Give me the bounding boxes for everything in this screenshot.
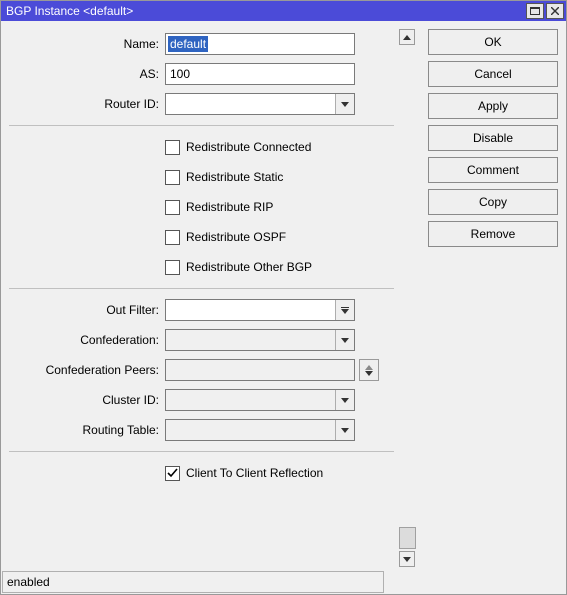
confederation-peers-combo[interactable] xyxy=(165,359,355,381)
copy-button[interactable]: Copy xyxy=(428,189,558,215)
as-input[interactable] xyxy=(165,63,355,85)
out-filter-value xyxy=(166,300,335,320)
confederation-value xyxy=(166,330,335,350)
out-filter-combo[interactable] xyxy=(165,299,355,321)
redistribute-static-label: Redistribute Static xyxy=(186,170,283,184)
name-input-selection: default xyxy=(168,36,208,52)
status-text: enabled xyxy=(2,571,384,593)
cluster-id-dropdown-icon[interactable] xyxy=(335,390,354,410)
name-label: Name: xyxy=(9,37,165,51)
separator xyxy=(9,288,394,289)
separator xyxy=(9,125,394,126)
router-id-value xyxy=(166,94,335,114)
client-to-client-label: Client To Client Reflection xyxy=(186,466,323,480)
scroll-up-button[interactable] xyxy=(399,29,415,45)
confederation-peers-label: Confederation Peers: xyxy=(9,363,165,377)
titlebar: BGP Instance <default> xyxy=(1,1,566,21)
name-input-wrap: default xyxy=(165,33,355,55)
redistribute-connected-checkbox[interactable] xyxy=(165,140,180,155)
confederation-dropdown-icon[interactable] xyxy=(335,330,354,350)
out-filter-label: Out Filter: xyxy=(9,303,165,317)
redistribute-ospf-checkbox[interactable] xyxy=(165,230,180,245)
routing-table-label: Routing Table: xyxy=(9,423,165,437)
cancel-button[interactable]: Cancel xyxy=(428,61,558,87)
redistribute-other-bgp-label: Redistribute Other BGP xyxy=(186,260,312,274)
separator xyxy=(9,451,394,452)
apply-button[interactable]: Apply xyxy=(428,93,558,119)
redistribute-rip-label: Redistribute RIP xyxy=(186,200,273,214)
scroll-down-button[interactable] xyxy=(399,551,415,567)
remove-button[interactable]: Remove xyxy=(428,221,558,247)
confederation-peers-value xyxy=(166,360,354,380)
confederation-combo[interactable] xyxy=(165,329,355,351)
window-title: BGP Instance <default> xyxy=(6,4,524,18)
cluster-id-label: Cluster ID: xyxy=(9,393,165,407)
disable-button[interactable]: Disable xyxy=(428,125,558,151)
router-id-label: Router ID: xyxy=(9,97,165,111)
out-filter-dropdown-icon[interactable] xyxy=(335,300,354,320)
client-to-client-checkbox[interactable] xyxy=(165,466,180,481)
cluster-id-value xyxy=(166,390,335,410)
as-label: AS: xyxy=(9,67,165,81)
statusbar: enabled xyxy=(2,571,565,593)
confederation-label: Confederation: xyxy=(9,333,165,347)
comment-button[interactable]: Comment xyxy=(428,157,558,183)
router-id-combo[interactable] xyxy=(165,93,355,115)
form-area: Name: default AS: Router ID: xyxy=(9,29,394,567)
routing-table-value xyxy=(166,420,335,440)
redistribute-connected-label: Redistribute Connected xyxy=(186,140,311,154)
confederation-peers-up-icon[interactable] xyxy=(359,359,379,381)
maximize-button[interactable] xyxy=(526,3,544,19)
ok-button[interactable]: OK xyxy=(428,29,558,55)
cluster-id-combo[interactable] xyxy=(165,389,355,411)
action-buttons: OK Cancel Apply Disable Comment Copy Rem… xyxy=(428,29,558,567)
redistribute-static-checkbox[interactable] xyxy=(165,170,180,185)
router-id-dropdown-icon[interactable] xyxy=(335,94,354,114)
close-button[interactable] xyxy=(546,3,564,19)
redistribute-other-bgp-checkbox[interactable] xyxy=(165,260,180,275)
routing-table-combo[interactable] xyxy=(165,419,355,441)
routing-table-dropdown-icon[interactable] xyxy=(335,420,354,440)
scroll-column xyxy=(398,29,416,567)
redistribute-ospf-label: Redistribute OSPF xyxy=(186,230,286,244)
redistribute-rip-checkbox[interactable] xyxy=(165,200,180,215)
scroll-thumb[interactable] xyxy=(399,527,416,549)
